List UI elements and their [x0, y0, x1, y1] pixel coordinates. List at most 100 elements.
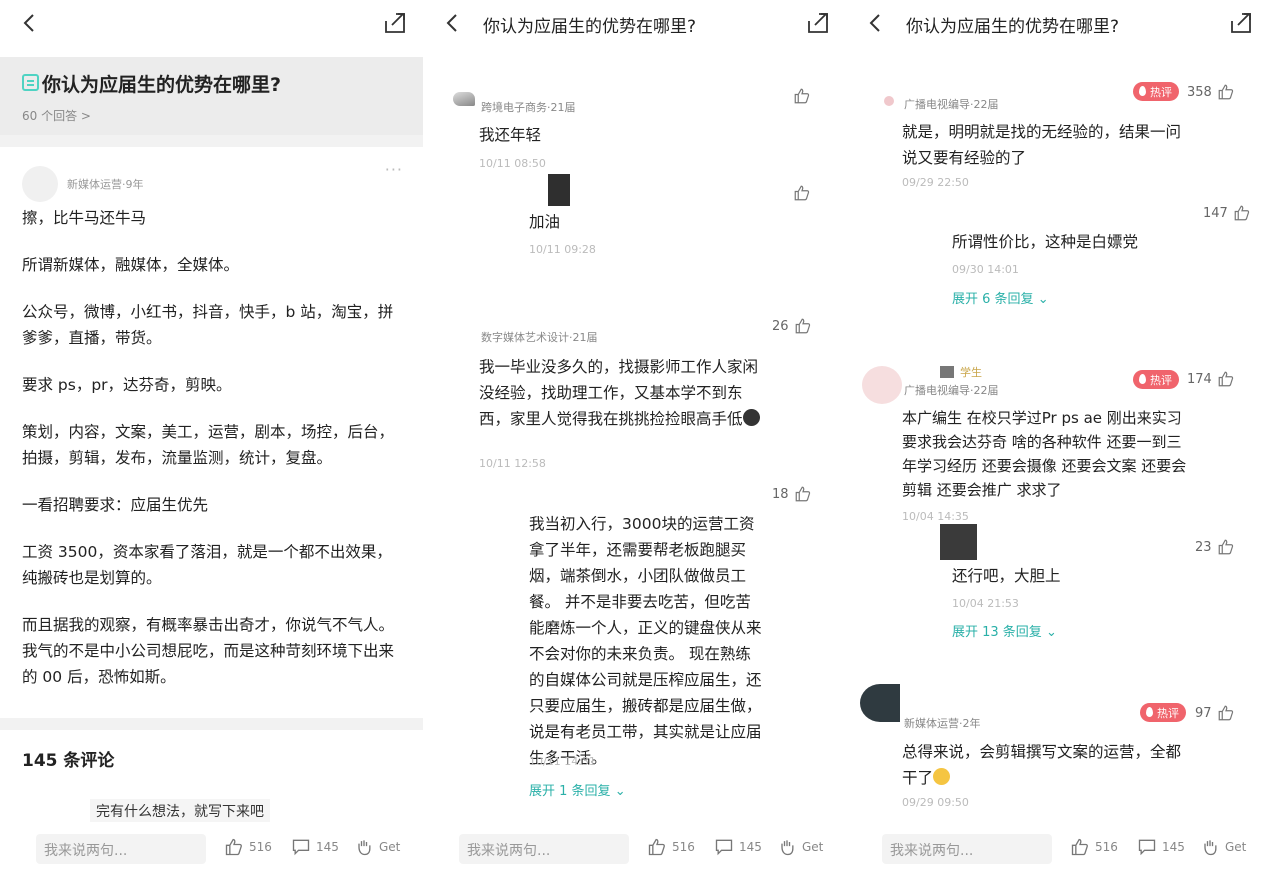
back-arrow-icon[interactable]	[18, 11, 42, 35]
chevron-down-icon: ⌄	[614, 784, 626, 799]
avatar[interactable]	[548, 174, 570, 206]
student-badge: 学生	[960, 366, 982, 379]
share-icon[interactable]	[806, 11, 830, 35]
top-bar: 你认为应届生的优势在哪里?	[846, 0, 1268, 46]
commenter-name[interactable]: 广播电视编导·22届	[904, 382, 999, 398]
hot-comment-badge: 热评	[1133, 82, 1179, 101]
comment-like-button[interactable]: 23	[1195, 538, 1235, 556]
like-button[interactable]: 516	[224, 837, 272, 857]
comment-like-button[interactable]: 26	[772, 317, 812, 335]
avatar[interactable]	[22, 166, 58, 202]
like-button[interactable]: 516	[1070, 837, 1118, 857]
thumbs-up-icon	[1218, 705, 1233, 721]
get-button[interactable]: Get	[1200, 837, 1246, 857]
bottom-bar: 我来说两句... 516 145 Get	[846, 822, 1268, 874]
comment-input[interactable]: 我来说两句...	[36, 834, 206, 864]
comment-time: 10/11 12:58	[479, 457, 546, 470]
avatar[interactable]	[862, 366, 902, 404]
share-icon[interactable]	[1229, 11, 1253, 35]
comment-like-button[interactable]	[793, 87, 811, 105]
comment-input[interactable]: 我来说两句...	[882, 834, 1052, 864]
divider	[0, 135, 423, 147]
back-arrow-icon[interactable]	[864, 11, 888, 35]
like-count: 26	[772, 318, 789, 334]
thumbs-up-icon	[795, 318, 810, 334]
expand-replies-link[interactable]: 展开 6 条回复 ⌄	[952, 288, 1049, 307]
comment-time: 10/04 14:35	[902, 510, 969, 523]
divider	[0, 718, 423, 730]
comment-icon	[1138, 839, 1156, 856]
like-count: 516	[1095, 840, 1118, 854]
comment-count: 145	[1162, 840, 1185, 854]
comment-button[interactable]: 145	[714, 837, 762, 857]
commenter-name[interactable]: 新媒体运营·2年	[904, 715, 981, 731]
answer-paragraph: 要求 ps，pr，达芬奇，剪映。	[22, 376, 232, 394]
thumbs-up-icon	[795, 486, 810, 502]
answer-author[interactable]: 新媒体运营·9年	[67, 176, 144, 192]
comment-text: 总得来说，会剪辑撰写文案的运营，全都干了	[902, 743, 1182, 787]
back-arrow-icon[interactable]	[441, 11, 465, 35]
comment-like-button[interactable]: 97	[1195, 704, 1235, 722]
more-options-icon[interactable]: ···	[385, 160, 403, 179]
like-count: 516	[672, 840, 695, 854]
question-header[interactable]: 你认为应届生的优势在哪里? 60 个回答 >	[0, 57, 423, 135]
answer-panel: 你认为应届生的优势在哪里? 60 个回答 > 新媒体运营·9年 ··· 擦，比牛…	[0, 0, 423, 874]
like-count: 147	[1203, 205, 1228, 221]
share-icon[interactable]	[383, 11, 407, 35]
avatar[interactable]	[860, 684, 900, 722]
answer-paragraph: 工资 3500，资本家看了落泪，就是一个都不出效果，纯搬砖也是划算的。	[22, 543, 392, 587]
comment-text: 本广编生 在校只学过Pr ps ae 刚出来实习要求我会达芬奇 啥的各种软件 还…	[902, 409, 1187, 499]
get-button[interactable]: Get	[777, 837, 823, 857]
like-count: 18	[772, 486, 789, 502]
comment-icon	[292, 839, 310, 856]
like-count: 516	[249, 840, 272, 854]
comment-thread-panel: 你认为应届生的优势在哪里? 跨境电子商务·21届 我还年轻 10/11 08:5…	[423, 0, 846, 874]
comment-like-button[interactable]	[793, 184, 811, 202]
thumbs-up-icon	[1071, 838, 1088, 856]
answer-count-link[interactable]: 60 个回答 >	[22, 107, 91, 124]
get-label: Get	[1225, 840, 1247, 854]
comment-button[interactable]: 145	[291, 837, 339, 857]
comment-text: 我一毕业没多久的，找摄影师工作人家闲没经验，找助理工作，又基本学不到东西，家里人…	[479, 358, 760, 428]
question-title: 你认为应届生的优势在哪里?	[42, 74, 282, 96]
expand-replies-link[interactable]: 展开 13 条回复 ⌄	[952, 621, 1057, 640]
commenter-name[interactable]: 广播电视编导·22届	[904, 96, 999, 112]
comment-button[interactable]: 145	[1137, 837, 1185, 857]
hand-icon	[1204, 840, 1217, 856]
avatar[interactable]	[884, 96, 894, 106]
comment-like-button[interactable]: 358	[1187, 83, 1235, 101]
comment-time: 10/04 21:53	[952, 597, 1019, 610]
answer-paragraph: 策划，内容，文案，美工，运营，剧本，场控，后台，拍摄，剪辑，发布，流量监测，统计…	[22, 423, 395, 467]
question-icon	[22, 74, 39, 91]
comment-text: 就是，明明就是找的无经验的，结果一问说又要有经验的了	[902, 123, 1182, 167]
answer-paragraph: 一看招聘要求：应届生优先	[22, 496, 209, 514]
comment-like-button[interactable]: 174	[1187, 370, 1235, 388]
thumbs-up-icon	[794, 88, 810, 104]
get-button[interactable]: Get	[354, 837, 400, 857]
answer-paragraph: 擦，比牛马还牛马	[22, 209, 147, 227]
laughing-emoji-icon	[933, 768, 951, 785]
avatar[interactable]	[453, 92, 475, 106]
comment-text: 还行吧，大胆上	[952, 567, 1061, 585]
page-title: 你认为应届生的优势在哪里?	[483, 17, 697, 37]
commenter-name[interactable]: 数字媒体艺术设计·21届	[481, 329, 598, 345]
answer-paragraph: 公众号，微博，小红书，抖音，快手，b 站，淘宝，拼爹爹，直播，带货。	[22, 303, 394, 347]
comment-time: 10/11 08:50	[479, 157, 546, 170]
thumbs-up-icon	[648, 838, 665, 856]
avatar[interactable]	[940, 524, 977, 560]
comment-like-button[interactable]: 18	[772, 485, 812, 503]
top-bar	[0, 0, 423, 46]
expand-replies-link[interactable]: 展开 1 条回复 ⌄	[529, 780, 626, 799]
comment-input[interactable]: 我来说两句...	[459, 834, 629, 864]
comment-text: 所谓性价比，这种是白嫖党	[952, 233, 1139, 251]
comment-time: 10/11 09:28	[529, 243, 596, 256]
comment-prompt[interactable]: 完有什么想法，就写下来吧	[90, 799, 270, 823]
chevron-down-icon: ⌄	[1045, 625, 1057, 640]
commenter-name[interactable]: 跨境电子商务·21届	[481, 99, 576, 115]
comments-heading: 145 条评论	[22, 751, 115, 771]
comment-like-button[interactable]: 147	[1203, 204, 1251, 222]
like-button[interactable]: 516	[647, 837, 695, 857]
hand-icon	[781, 840, 794, 856]
get-label: Get	[802, 840, 824, 854]
thumbs-up-icon	[1234, 205, 1249, 221]
